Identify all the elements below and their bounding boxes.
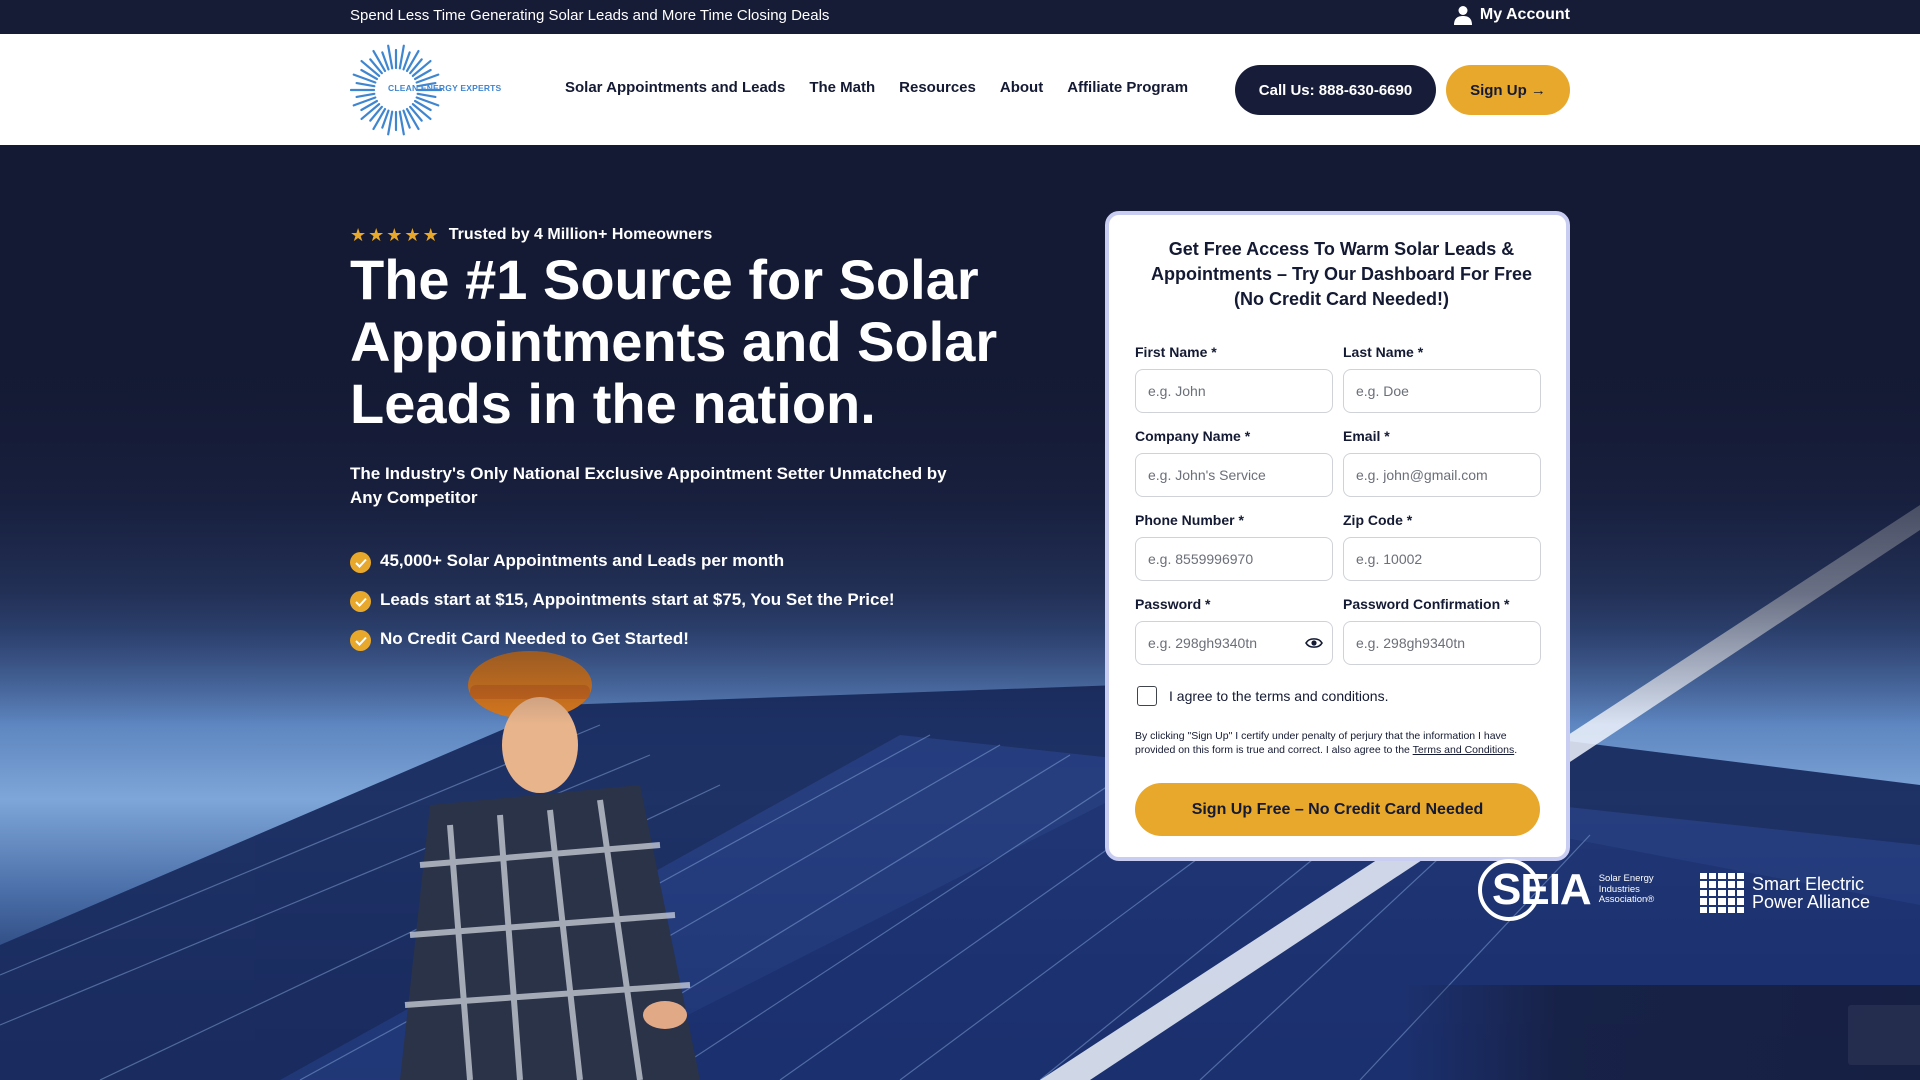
last-name-label: Last Name *	[1343, 344, 1424, 360]
eye-icon[interactable]	[1305, 636, 1323, 650]
last-name-group: Last Name *	[1343, 344, 1541, 413]
benefit-text: No Credit Card Needed to Get Started!	[380, 628, 689, 648]
sepa-wordmark: Smart Electric Power Alliance	[1752, 875, 1870, 911]
password-group: Password *	[1135, 596, 1333, 665]
email-label: Email *	[1343, 428, 1390, 444]
site-header: CLEAN ENERGY EXPERTS Solar Appointments …	[0, 34, 1920, 145]
trust-text: Trusted by 4 Million+ Homeowners	[448, 226, 713, 243]
company-name-label: Company Name *	[1135, 428, 1251, 444]
terms-agreement: I agree to the terms and conditions.	[1137, 686, 1388, 706]
benefit-text: 45,000+ Solar Appointments and Leads per…	[380, 550, 785, 570]
nav-resources[interactable]: Resources	[899, 79, 976, 96]
email-input[interactable]	[1343, 453, 1541, 497]
password-label: Password *	[1135, 596, 1211, 612]
top-tagline: Spend Less Time Generating Solar Leads a…	[350, 7, 830, 24]
benefit-item: No Credit Card Needed to Get Started!	[350, 619, 895, 658]
my-account-label: My Account	[1479, 6, 1570, 23]
sepa-logo: Smart Electric Power Alliance	[1700, 873, 1870, 913]
email-group: Email *	[1343, 428, 1541, 497]
terms-agreement-label: I agree to the terms and conditions.	[1169, 688, 1389, 704]
company-name-group: Company Name *	[1135, 428, 1333, 497]
benefit-text: Leads start at $15, Appointments start a…	[380, 589, 895, 609]
phone-label: Phone Number *	[1135, 512, 1244, 528]
password-input[interactable]	[1135, 621, 1333, 665]
zip-code-input[interactable]	[1343, 537, 1541, 581]
partner-logos-backdrop	[1405, 985, 1920, 1080]
hero-section: ★ ★ ★ ★ ★ Trusted by 4 Million+ Homeowne…	[0, 145, 1920, 1080]
zip-code-group: Zip Code *	[1343, 512, 1541, 581]
star-icon: ★	[386, 225, 403, 245]
call-us-button[interactable]: Call Us: 888-630-6690	[1235, 65, 1436, 115]
password-confirmation-input[interactable]	[1343, 621, 1541, 665]
check-icon	[350, 552, 371, 573]
signup-form-card: Get Free Access To Warm Solar Leads & Ap…	[1105, 211, 1570, 861]
seia-wordmark: SEIA	[1492, 865, 1592, 914]
star-icon: ★	[422, 225, 439, 245]
logo-text: CLEAN ENERGY EXPERTS	[388, 83, 502, 93]
star-icon: ★	[350, 225, 367, 245]
legal-disclaimer: By clicking "Sign Up" I certify under pe…	[1135, 729, 1540, 757]
terms-checkbox[interactable]	[1137, 686, 1157, 706]
last-name-input[interactable]	[1343, 369, 1541, 413]
top-bar: Spend Less Time Generating Solar Leads a…	[0, 0, 1920, 34]
first-name-label: First Name *	[1135, 344, 1217, 360]
hero-headline: The #1 Source for Solar Appointments and…	[350, 248, 998, 435]
header-sign-up-button[interactable]: Sign Up →	[1446, 65, 1570, 115]
sepa-line-2: Power Alliance	[1752, 892, 1871, 912]
user-icon	[1453, 6, 1472, 25]
sepa-grid-icon	[1700, 873, 1744, 913]
password-confirmation-label: Password Confirmation *	[1343, 596, 1510, 612]
seia-full-name: Solar Energy Industries Association®	[1598, 873, 1655, 906]
trust-rating: ★ ★ ★ ★ ★ Trusted by 4 Million+ Homeowne…	[350, 226, 712, 244]
first-name-input[interactable]	[1135, 369, 1333, 413]
sign-up-free-button[interactable]: Sign Up Free – No Credit Card Needed	[1135, 783, 1540, 836]
phone-group: Phone Number *	[1135, 512, 1333, 581]
password-confirmation-group: Password Confirmation *	[1343, 596, 1541, 665]
benefit-list: 45,000+ Solar Appointments and Leads per…	[350, 541, 895, 658]
seia-logo: SEIA Solar Energy Industries Association…	[1478, 858, 1654, 922]
phone-input[interactable]	[1135, 537, 1333, 581]
nav-affiliate-program[interactable]: Affiliate Program	[1067, 79, 1188, 96]
benefit-item: 45,000+ Solar Appointments and Leads per…	[350, 541, 895, 580]
company-name-input[interactable]	[1135, 453, 1333, 497]
check-icon	[350, 591, 371, 612]
sepa-line-1: Smart Electric	[1752, 874, 1865, 894]
star-icon: ★	[368, 225, 385, 245]
terms-and-conditions-link[interactable]: Terms and Conditions	[1413, 744, 1515, 756]
check-icon	[350, 630, 371, 651]
my-account-link[interactable]: My Account	[1453, 5, 1570, 25]
hero-subheadline: The Industry's Only National Exclusive A…	[350, 464, 947, 507]
legal-end: .	[1514, 744, 1518, 756]
star-rating: ★ ★ ★ ★ ★	[350, 226, 439, 244]
zip-code-label: Zip Code *	[1343, 512, 1413, 528]
clean-energy-experts-logo[interactable]: CLEAN ENERGY EXPERTS	[350, 44, 501, 136]
recaptcha-badge[interactable]	[1848, 1005, 1920, 1065]
nav-about[interactable]: About	[1000, 79, 1043, 96]
benefit-item: Leads start at $15, Appointments start a…	[350, 580, 895, 619]
main-nav: Solar Appointments and Leads The Math Re…	[565, 79, 1188, 96]
form-title: Get Free Access To Warm Solar Leads & Ap…	[1150, 239, 1533, 309]
first-name-group: First Name *	[1135, 344, 1333, 413]
nav-solar-appointments-and-leads[interactable]: Solar Appointments and Leads	[565, 79, 785, 96]
nav-the-math[interactable]: The Math	[809, 79, 875, 96]
star-icon: ★	[404, 225, 421, 245]
